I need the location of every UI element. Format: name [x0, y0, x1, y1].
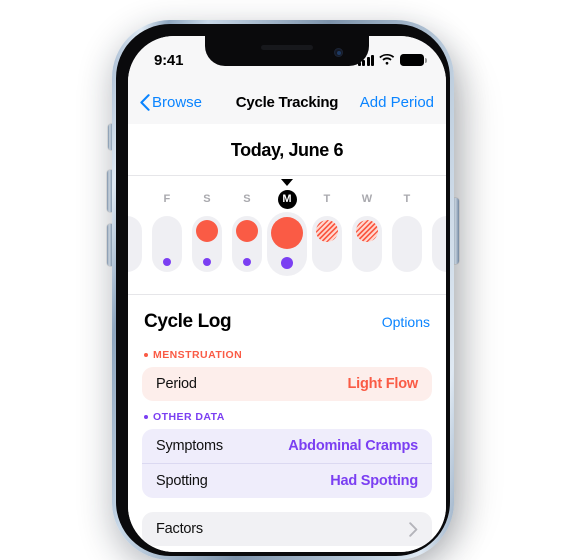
back-button-label: Browse	[152, 93, 203, 111]
factors-row[interactable]: Factors	[142, 512, 432, 546]
log-card: Symptoms Abdominal Cramps Spotting Had Spot…	[142, 429, 432, 498]
day-letter: T	[323, 193, 331, 205]
symptom-marker-dot	[281, 257, 293, 269]
log-row[interactable]: Period Light Flow	[142, 367, 432, 401]
day-capsule	[128, 216, 142, 272]
log-row-value: Had Spotting	[330, 473, 418, 489]
day-capsule	[152, 216, 182, 272]
section-bullet-icon	[144, 353, 148, 357]
day-column[interactable]: T	[387, 190, 427, 272]
day-letter: S	[243, 193, 251, 205]
log-row[interactable]: Symptoms Abdominal Cramps	[142, 429, 432, 463]
log-row-value: Abdominal Cramps	[288, 438, 418, 454]
earpiece-speaker	[261, 45, 313, 50]
log-row-label: Spotting	[156, 473, 208, 489]
symptom-marker-dot	[163, 258, 171, 266]
logged-period-marker	[196, 220, 218, 242]
day-column[interactable]	[427, 190, 446, 272]
battery-full-icon	[400, 54, 427, 66]
day-capsule	[352, 216, 382, 272]
factors-card: Factors	[142, 512, 432, 546]
day-letter: T	[403, 193, 411, 205]
section-label-text: OTHER DATA	[153, 411, 225, 423]
today-date-header: Today, June 6	[230, 140, 344, 160]
symptom-marker-dot	[203, 258, 211, 266]
status-time: 9:41	[154, 51, 184, 69]
day-letter: W	[361, 193, 373, 205]
day-capsule	[232, 216, 262, 272]
navigation-bar: Browse Cycle Tracking Add Period	[128, 80, 446, 124]
cycle-log-section: Cycle Log Options MENSTRUATION Period Ligh…	[128, 295, 446, 546]
log-row[interactable]: Spotting Had Spotting	[142, 463, 432, 498]
logged-period-marker	[236, 220, 258, 242]
logged-period-marker	[271, 217, 303, 249]
wifi-icon	[379, 54, 395, 65]
predicted-period-marker	[316, 220, 338, 242]
symptom-marker-dot	[243, 258, 251, 266]
section-label: MENSTRUATION	[142, 343, 432, 367]
add-period-button[interactable]: Add Period	[360, 94, 434, 111]
section-bullet-icon	[144, 415, 148, 419]
predicted-period-marker	[356, 220, 378, 242]
day-letter: S	[203, 193, 211, 205]
scroll-content: Today, June 6 F S S M T W T Cycle Log Options …	[128, 124, 446, 552]
triangle-down-icon	[281, 179, 293, 186]
cycle-log-header: Cycle Log Options	[142, 295, 432, 343]
section-label-text: MENSTRUATION	[153, 349, 243, 361]
device-bezel: 9:41 Browse Cycle Tracking Add Period To…	[116, 24, 450, 556]
status-icons	[357, 54, 427, 66]
day-capsule	[312, 216, 342, 272]
day-capsule	[192, 216, 222, 272]
day-capsule	[392, 216, 422, 272]
log-row-value: Light Flow	[347, 376, 419, 392]
days-row: FSSMTWT	[128, 190, 446, 276]
device-screen: 9:41 Browse Cycle Tracking Add Period To…	[128, 36, 446, 552]
chevron-right-icon	[409, 521, 418, 537]
chevron-left-icon	[140, 93, 150, 111]
day-column-today[interactable]: M	[267, 190, 307, 276]
log-row-label: Period	[156, 376, 197, 392]
day-column[interactable]: S	[187, 190, 227, 272]
section-label: OTHER DATA	[142, 405, 432, 429]
day-capsule	[267, 212, 307, 276]
iphone-device-frame: 9:41 Browse Cycle Tracking Add Period To…	[112, 20, 454, 560]
front-camera-icon	[334, 48, 343, 57]
day-column[interactable]: F	[147, 190, 187, 272]
day-capsule	[432, 216, 446, 272]
day-column[interactable]: T	[307, 190, 347, 272]
day-column[interactable]: S	[227, 190, 267, 272]
cycle-log-sections: MENSTRUATION Period Light Flow OTHER DATA Sy…	[142, 343, 432, 498]
back-button[interactable]: Browse	[140, 94, 202, 111]
day-column[interactable]: W	[347, 190, 387, 272]
factors-label: Factors	[156, 521, 203, 537]
options-button[interactable]: Options	[382, 314, 430, 330]
day-column[interactable]	[128, 190, 147, 272]
cycle-log-title: Cycle Log	[144, 311, 232, 332]
log-card: Period Light Flow	[142, 367, 432, 401]
display-notch	[205, 36, 369, 66]
day-letter: F	[163, 193, 171, 205]
day-letter: M	[277, 190, 297, 209]
log-row-label: Symptoms	[156, 438, 223, 454]
week-calendar-strip[interactable]: FSSMTWT	[128, 175, 446, 295]
